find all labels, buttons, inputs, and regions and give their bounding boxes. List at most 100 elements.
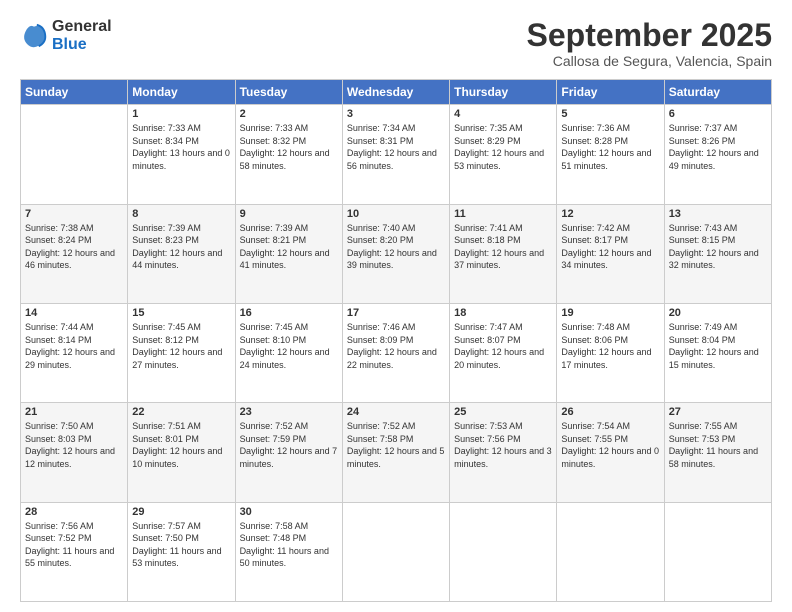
calendar-cell <box>342 502 449 601</box>
logo-text: General Blue <box>52 18 112 53</box>
day-info: Sunrise: 7:44 AMSunset: 8:14 PMDaylight:… <box>25 321 123 371</box>
day-number: 9 <box>240 208 338 220</box>
day-info: Sunrise: 7:51 AMSunset: 8:01 PMDaylight:… <box>132 420 230 470</box>
calendar-cell: 12 Sunrise: 7:42 AMSunset: 8:17 PMDayligh… <box>557 204 664 303</box>
day-of-week-header: Sunday <box>21 80 128 105</box>
day-of-week-header: Friday <box>557 80 664 105</box>
calendar-week-row: 14 Sunrise: 7:44 AMSunset: 8:14 PMDayligh… <box>21 303 772 402</box>
calendar-cell: 18Sunrise: 7:47 AMSunset: 8:07 PMDayligh… <box>450 303 557 402</box>
calendar-cell: 21 Sunrise: 7:50 AMSunset: 8:03 PMDayligh… <box>21 403 128 502</box>
day-of-week-header: Wednesday <box>342 80 449 105</box>
day-number: 15 <box>132 307 230 319</box>
day-number: 6 <box>669 108 767 120</box>
day-number: 5 <box>561 108 659 120</box>
logo-icon <box>20 22 48 50</box>
calendar-cell: 11 Sunrise: 7:41 AMSunset: 8:18 PMDayligh… <box>450 204 557 303</box>
calendar-week-row: 7 Sunrise: 7:38 AMSunset: 8:24 PMDaylight… <box>21 204 772 303</box>
location: Callosa de Segura, Valencia, Spain <box>527 53 772 69</box>
day-info: Sunrise: 7:38 AMSunset: 8:24 PMDaylight:… <box>25 222 123 272</box>
day-number: 21 <box>25 406 123 418</box>
calendar-week-row: 21 Sunrise: 7:50 AMSunset: 8:03 PMDayligh… <box>21 403 772 502</box>
day-number: 26 <box>561 406 659 418</box>
calendar-cell: 27 Sunrise: 7:55 AMSunset: 7:53 PMDayligh… <box>664 403 771 502</box>
calendar-cell: 24 Sunrise: 7:52 AMSunset: 7:58 PMDayligh… <box>342 403 449 502</box>
day-info: Sunrise: 7:46 AMSunset: 8:09 PMDaylight:… <box>347 321 445 371</box>
day-number: 11 <box>454 208 552 220</box>
day-number: 28 <box>25 506 123 518</box>
day-info: Sunrise: 7:33 AMSunset: 8:32 PMDaylight:… <box>240 122 338 172</box>
day-of-week-header: Thursday <box>450 80 557 105</box>
calendar-cell: 17Sunrise: 7:46 AMSunset: 8:09 PMDayligh… <box>342 303 449 402</box>
day-info: Sunrise: 7:34 AMSunset: 8:31 PMDaylight:… <box>347 122 445 172</box>
calendar-cell: 14 Sunrise: 7:44 AMSunset: 8:14 PMDayligh… <box>21 303 128 402</box>
day-info: Sunrise: 7:45 AMSunset: 8:12 PMDaylight:… <box>132 321 230 371</box>
day-info: Sunrise: 7:55 AMSunset: 7:53 PMDaylight:… <box>669 420 767 470</box>
calendar-cell <box>21 105 128 204</box>
day-number: 19 <box>561 307 659 319</box>
day-number: 30 <box>240 506 338 518</box>
day-info: Sunrise: 7:54 AMSunset: 7:55 PMDaylight:… <box>561 420 659 470</box>
day-info: Sunrise: 7:53 AMSunset: 7:56 PMDaylight:… <box>454 420 552 470</box>
calendar-week-row: 28 Sunrise: 7:56 AMSunset: 7:52 PMDayligh… <box>21 502 772 601</box>
day-info: Sunrise: 7:57 AMSunset: 7:50 PMDaylight:… <box>132 520 230 570</box>
calendar-cell: 20 Sunrise: 7:49 AMSunset: 8:04 PMDayligh… <box>664 303 771 402</box>
calendar-cell: 8Sunrise: 7:39 AMSunset: 8:23 PMDaylight… <box>128 204 235 303</box>
day-info: Sunrise: 7:42 AMSunset: 8:17 PMDaylight:… <box>561 222 659 272</box>
day-number: 3 <box>347 108 445 120</box>
day-number: 10 <box>347 208 445 220</box>
calendar-cell: 4 Sunrise: 7:35 AMSunset: 8:29 PMDaylight… <box>450 105 557 204</box>
day-info: Sunrise: 7:56 AMSunset: 7:52 PMDaylight:… <box>25 520 123 570</box>
month-title: September 2025 <box>527 18 772 53</box>
calendar-cell: 5 Sunrise: 7:36 AMSunset: 8:28 PMDaylight… <box>557 105 664 204</box>
calendar-cell: 1 Sunrise: 7:33 AMSunset: 8:34 PMDaylight… <box>128 105 235 204</box>
day-number: 7 <box>25 208 123 220</box>
day-info: Sunrise: 7:37 AMSunset: 8:26 PMDaylight:… <box>669 122 767 172</box>
day-info: Sunrise: 7:43 AMSunset: 8:15 PMDaylight:… <box>669 222 767 272</box>
day-info: Sunrise: 7:36 AMSunset: 8:28 PMDaylight:… <box>561 122 659 172</box>
logo: General Blue <box>20 18 112 53</box>
day-info: Sunrise: 7:41 AMSunset: 8:18 PMDaylight:… <box>454 222 552 272</box>
calendar-cell <box>450 502 557 601</box>
day-number: 23 <box>240 406 338 418</box>
day-info: Sunrise: 7:45 AMSunset: 8:10 PMDaylight:… <box>240 321 338 371</box>
day-number: 13 <box>669 208 767 220</box>
day-number: 16 <box>240 307 338 319</box>
day-info: Sunrise: 7:39 AMSunset: 8:21 PMDaylight:… <box>240 222 338 272</box>
calendar-cell: 7 Sunrise: 7:38 AMSunset: 8:24 PMDaylight… <box>21 204 128 303</box>
calendar-cell: 13 Sunrise: 7:43 AMSunset: 8:15 PMDayligh… <box>664 204 771 303</box>
logo-general: General <box>52 18 112 36</box>
calendar-cell: 2 Sunrise: 7:33 AMSunset: 8:32 PMDaylight… <box>235 105 342 204</box>
day-number: 12 <box>561 208 659 220</box>
calendar-cell <box>557 502 664 601</box>
calendar-cell: 25Sunrise: 7:53 AMSunset: 7:56 PMDayligh… <box>450 403 557 502</box>
day-of-week-header: Monday <box>128 80 235 105</box>
calendar-cell: 15 Sunrise: 7:45 AMSunset: 8:12 PMDayligh… <box>128 303 235 402</box>
day-info: Sunrise: 7:40 AMSunset: 8:20 PMDaylight:… <box>347 222 445 272</box>
logo-blue: Blue <box>52 36 112 54</box>
day-number: 27 <box>669 406 767 418</box>
day-number: 14 <box>25 307 123 319</box>
calendar-cell <box>664 502 771 601</box>
calendar-cell: 6 Sunrise: 7:37 AMSunset: 8:26 PMDaylight… <box>664 105 771 204</box>
day-number: 1 <box>132 108 230 120</box>
day-number: 20 <box>669 307 767 319</box>
calendar-cell: 29Sunrise: 7:57 AMSunset: 7:50 PMDayligh… <box>128 502 235 601</box>
calendar-cell: 22 Sunrise: 7:51 AMSunset: 8:01 PMDayligh… <box>128 403 235 502</box>
calendar-cell: 19Sunrise: 7:48 AMSunset: 8:06 PMDayligh… <box>557 303 664 402</box>
day-info: Sunrise: 7:33 AMSunset: 8:34 PMDaylight:… <box>132 122 230 172</box>
day-info: Sunrise: 7:49 AMSunset: 8:04 PMDaylight:… <box>669 321 767 371</box>
calendar-cell: 28 Sunrise: 7:56 AMSunset: 7:52 PMDayligh… <box>21 502 128 601</box>
day-number: 2 <box>240 108 338 120</box>
day-number: 22 <box>132 406 230 418</box>
calendar-page: General Blue September 2025 Callosa de S… <box>0 0 792 612</box>
day-info: Sunrise: 7:35 AMSunset: 8:29 PMDaylight:… <box>454 122 552 172</box>
calendar-cell: 16 Sunrise: 7:45 AMSunset: 8:10 PMDayligh… <box>235 303 342 402</box>
calendar-cell: 10 Sunrise: 7:40 AMSunset: 8:20 PMDayligh… <box>342 204 449 303</box>
day-number: 24 <box>347 406 445 418</box>
calendar-week-row: 1 Sunrise: 7:33 AMSunset: 8:34 PMDaylight… <box>21 105 772 204</box>
day-number: 4 <box>454 108 552 120</box>
day-info: Sunrise: 7:50 AMSunset: 8:03 PMDaylight:… <box>25 420 123 470</box>
day-info: Sunrise: 7:52 AMSunset: 7:59 PMDaylight:… <box>240 420 338 470</box>
day-info: Sunrise: 7:52 AMSunset: 7:58 PMDaylight:… <box>347 420 445 470</box>
calendar-cell: 30Sunrise: 7:58 AMSunset: 7:48 PMDayligh… <box>235 502 342 601</box>
